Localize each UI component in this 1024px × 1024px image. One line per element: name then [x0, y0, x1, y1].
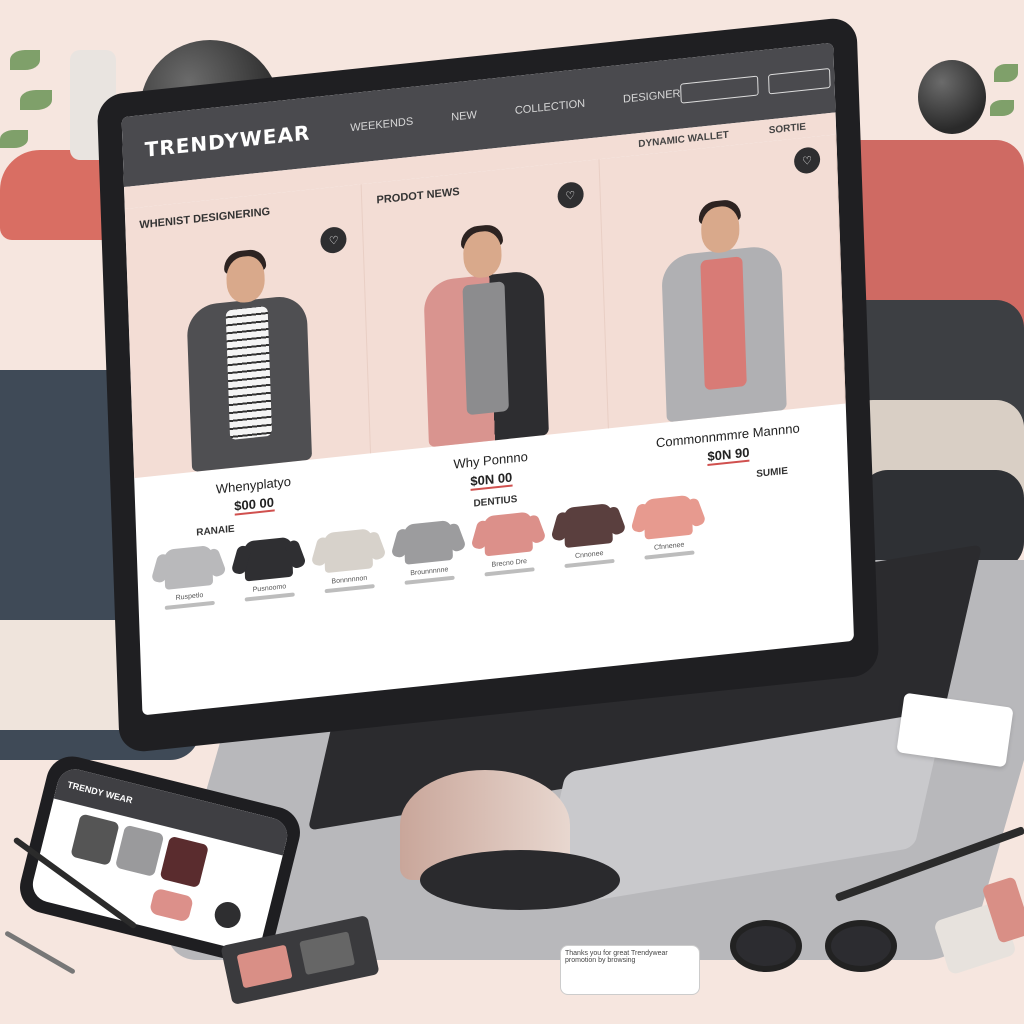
model-hoodie — [412, 223, 559, 448]
sunglasses-left-lens — [730, 920, 802, 972]
nav-item-weekends[interactable]: WEEKENDS — [350, 116, 413, 135]
thumb-product[interactable]: Cfnnenee — [636, 494, 700, 560]
product-price: $0N 00 — [470, 469, 513, 491]
section-label: PRODOT NEWS — [376, 185, 460, 207]
product-card-hoodie[interactable]: PRODOT NEWS ♡ — [361, 159, 609, 454]
site-logo[interactable]: TRENDYWEAR — [144, 120, 310, 161]
model-blazer — [175, 248, 322, 473]
nav-item-collection[interactable]: COLLECTION — [515, 98, 586, 117]
thumb-product[interactable]: Brounnnnne — [397, 519, 461, 585]
website-screen: TRENDYWEAR WEEKENDS NEW COLLECTION DESIG… — [121, 42, 855, 716]
favorite-icon[interactable]: ♡ — [556, 180, 584, 210]
thumb-product[interactable]: Pusnoomo — [237, 536, 301, 602]
thumb-product[interactable]: Brecno Dre — [477, 511, 541, 577]
section-label: WHENIST DESIGNERING — [139, 205, 271, 232]
cap-brim — [420, 850, 620, 910]
laptop-screen-bezel: TRENDYWEAR WEEKENDS NEW COLLECTION DESIG… — [96, 16, 880, 754]
thumb-product[interactable]: Bonnnnnon — [317, 528, 381, 594]
sunglasses-right-lens — [825, 920, 897, 972]
ornament-ball — [918, 60, 986, 134]
model-bomber — [649, 198, 796, 423]
header-search-button[interactable] — [680, 75, 759, 104]
product-price: $0N 90 — [707, 444, 750, 467]
promo-tag: Thanks you for great Trendywear promotio… — [560, 945, 700, 995]
plant-leaves-left — [0, 40, 60, 160]
product-card-blazer[interactable]: WHENIST DESIGNERING ♡ — [124, 184, 372, 479]
pencil — [4, 930, 76, 975]
favorite-icon[interactable]: ♡ — [793, 146, 821, 175]
nav-item-designer[interactable]: DESIGNER — [623, 88, 681, 106]
product-price: $00 00 — [233, 494, 275, 516]
main-nav: WEEKENDS NEW COLLECTION DESIGNER — [350, 88, 681, 135]
plant-far-right — [990, 60, 1024, 150]
promo-tag-text: Thanks you for great Trendywear promotio… — [565, 950, 668, 964]
nav-item-new[interactable]: NEW — [451, 109, 477, 124]
thumb-product[interactable]: Ruspetlo — [157, 544, 221, 610]
favorite-icon[interactable]: ♡ — [320, 225, 348, 255]
product-card-bomber[interactable]: ♡ — [599, 134, 846, 429]
header-account-button[interactable] — [768, 67, 831, 95]
thumb-product[interactable]: Cnnonee — [557, 502, 621, 569]
